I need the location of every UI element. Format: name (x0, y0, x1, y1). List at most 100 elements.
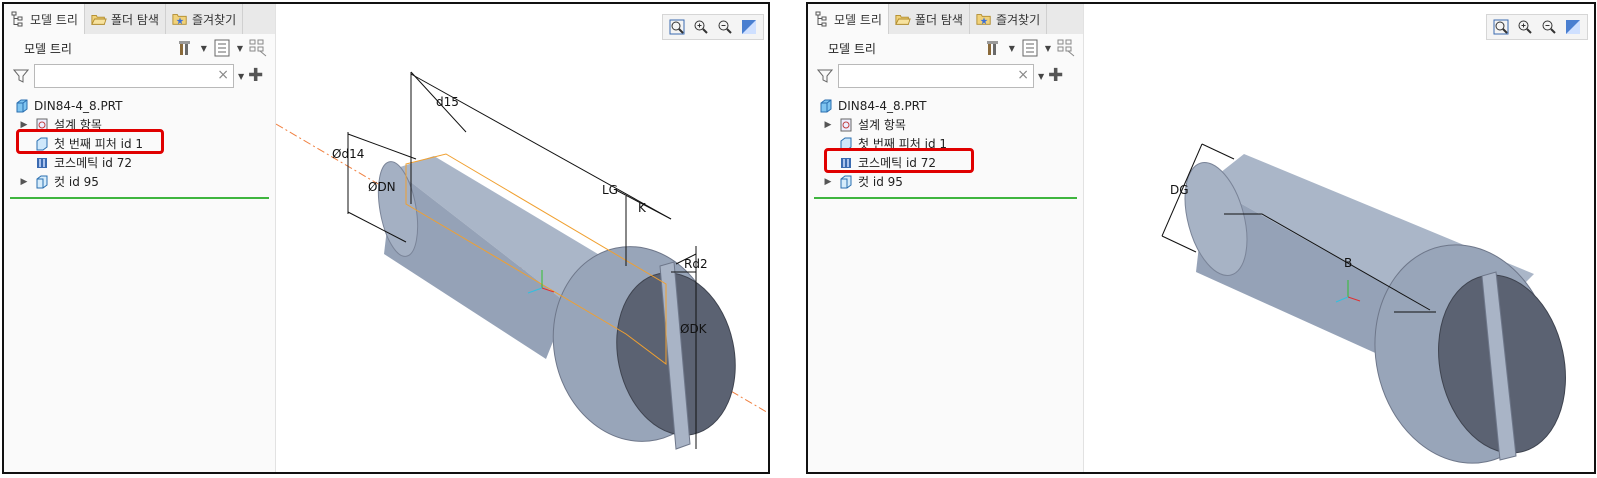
add-icon[interactable]: ✚ (248, 67, 263, 85)
chevron-down-icon[interactable]: ▼ (1045, 44, 1051, 53)
tree-title: 모델 트리 (24, 41, 72, 56)
filter-icon[interactable] (12, 67, 30, 85)
expand-arrow-icon[interactable]: ▶ (822, 120, 834, 130)
tab-favorites[interactable]: 즐겨찾기 (166, 4, 244, 34)
tab-label: 모델 트리 (30, 12, 78, 27)
left-screenshot-panel: 모델 트리 폴더 탐색 즐겨찾기 모델 트리 ▼ ▼ × ▼ ✚ DIN84-4… (2, 2, 770, 474)
dim-label[interactable]: ØDN (368, 180, 396, 194)
design-items-icon (34, 117, 50, 133)
chevron-down-icon[interactable]: ▼ (1009, 44, 1015, 53)
add-icon[interactable]: ✚ (1048, 67, 1063, 85)
dim-label[interactable]: K (638, 201, 647, 215)
tree-search-box: × (34, 64, 234, 88)
clear-icon[interactable]: × (217, 67, 229, 83)
filter-icon[interactable] (816, 67, 834, 85)
graphics-viewport[interactable]: DG B (1084, 4, 1594, 472)
chevron-down-icon[interactable]: ▼ (237, 44, 243, 53)
tree-header: 모델 트리 ▼ ▼ (4, 34, 275, 62)
part-icon (14, 98, 30, 114)
tree-item-first-feature[interactable]: 첫 번째 피처 id 1 (4, 134, 275, 153)
model-view-right: DG B (1161, 143, 1566, 464)
tab-label: 모델 트리 (834, 12, 882, 27)
cosmetic-icon (34, 155, 50, 171)
tab-model-tree[interactable]: 모델 트리 (808, 4, 889, 34)
tree-header-tools: ▼ ▼ (985, 39, 1075, 57)
tree-filter-row: × ▼ ✚ (4, 62, 275, 90)
expand-arrow-icon[interactable]: ▶ (822, 177, 834, 187)
dim-label[interactable]: d15 (436, 95, 459, 109)
tree-item-cosmetic[interactable]: 코스메틱 id 72 (4, 153, 275, 172)
tree-end-separator (10, 197, 269, 199)
tree-item-label: 설계 항목 (54, 118, 102, 132)
model-tree-sidebar: 모델 트리 폴더 탐색 즐겨찾기 모델 트리 ▼ ▼ × ▼ ✚ DIN84-4… (4, 4, 276, 472)
dim-label[interactable]: Ød14 (332, 147, 364, 161)
tree-item-part[interactable]: DIN84-4_8.PRT (4, 96, 275, 115)
model-tree-icon (10, 11, 26, 27)
tree-item-cut[interactable]: ▶ 컷 id 95 (4, 172, 275, 191)
chevron-down-icon[interactable]: ▼ (1038, 72, 1044, 81)
right-screenshot-panel: 모델 트리 폴더 탐색 즐겨찾기 모델 트리 ▼ ▼ × ▼ ✚ DIN84-4… (806, 2, 1596, 474)
model-tree-icon (814, 11, 830, 27)
tab-label: 폴더 탐색 (110, 12, 159, 27)
tree-title: 모델 트리 (828, 41, 876, 56)
tree-item-cut[interactable]: ▶ 컷 id 95 (808, 172, 1083, 191)
navigator-tabs: 모델 트리 폴더 탐색 즐겨찾기 (4, 4, 275, 34)
dim-label[interactable]: Rd2 (684, 257, 708, 271)
design-items-icon (838, 117, 854, 133)
favorites-icon (172, 11, 188, 27)
part-icon (818, 98, 834, 114)
show-list-icon[interactable] (213, 39, 231, 57)
dim-label[interactable]: LG (602, 183, 618, 197)
settings-icon[interactable] (985, 39, 1003, 57)
tab-favorites[interactable]: 즐겨찾기 (970, 4, 1048, 34)
tree-columns-icon[interactable] (1057, 39, 1075, 57)
dim-label[interactable]: DG (1170, 183, 1189, 197)
tree-header: 모델 트리 ▼ ▼ (808, 34, 1083, 62)
folder-browser-icon (91, 11, 107, 27)
model-tree-sidebar: 모델 트리 폴더 탐색 즐겨찾기 모델 트리 ▼ ▼ × ▼ ✚ DIN84-4… (808, 4, 1084, 472)
search-input[interactable] (839, 66, 1033, 88)
tab-model-tree[interactable]: 모델 트리 (4, 4, 85, 34)
tree-item-design-items[interactable]: ▶ 설계 항목 (4, 115, 275, 134)
tree-item-design-items[interactable]: ▶ 설계 항목 (808, 115, 1083, 134)
tree-item-cosmetic[interactable]: 코스메틱 id 72 (808, 153, 1083, 172)
folder-browser-icon (895, 11, 911, 27)
expand-arrow-icon[interactable]: ▶ (18, 120, 30, 130)
dim-label[interactable]: B (1344, 256, 1352, 270)
search-input[interactable] (35, 66, 233, 88)
expand-arrow-icon[interactable]: ▶ (18, 177, 30, 187)
tree-item-label: 컷 id 95 (858, 175, 903, 189)
tree-item-first-feature[interactable]: 첫 번째 피처 id 1 (808, 134, 1083, 153)
settings-icon[interactable] (177, 39, 195, 57)
dim-label[interactable]: ØDK (680, 322, 708, 336)
tree-columns-icon[interactable] (249, 39, 267, 57)
navigator-tabs: 모델 트리 폴더 탐색 즐겨찾기 (808, 4, 1083, 34)
tree-item-label: 첫 번째 피처 id 1 (858, 137, 948, 151)
tab-folder-browser[interactable]: 폴더 탐색 (889, 4, 970, 34)
tree-item-label: DIN84-4_8.PRT (838, 98, 927, 113)
tree-item-label: 코스메틱 id 72 (858, 156, 937, 170)
tree-item-label: 컷 id 95 (54, 175, 99, 189)
tab-label: 즐겨찾기 (995, 12, 1041, 27)
tree-item-part[interactable]: DIN84-4_8.PRT (808, 96, 1083, 115)
tree-item-label: 첫 번째 피처 id 1 (54, 137, 144, 151)
tree-header-tools: ▼ ▼ (177, 39, 267, 57)
model-tree: DIN84-4_8.PRT ▶ 설계 항목 첫 번째 피처 id 1 코스메틱 (808, 96, 1083, 191)
cut-icon (838, 174, 854, 190)
tab-label: 즐겨찾기 (191, 12, 237, 27)
chevron-down-icon[interactable]: ▼ (238, 72, 244, 81)
tab-folder-browser[interactable]: 폴더 탐색 (85, 4, 166, 34)
model-view-left: d15 Ød14 ØDN LG K Rd2 ØDK (276, 71, 768, 450)
graphics-viewport[interactable]: d15 Ød14 ØDN LG K Rd2 ØDK (276, 4, 768, 472)
favorites-icon (976, 11, 992, 27)
chevron-down-icon[interactable]: ▼ (201, 44, 207, 53)
tree-filter-row: × ▼ ✚ (808, 62, 1083, 90)
tree-end-separator (814, 197, 1077, 199)
tab-label: 폴더 탐색 (914, 12, 963, 27)
feature-icon (34, 136, 50, 152)
show-list-icon[interactable] (1021, 39, 1039, 57)
tree-item-label: 설계 항목 (858, 118, 906, 132)
clear-icon[interactable]: × (1017, 67, 1029, 83)
tree-item-label: 코스메틱 id 72 (54, 156, 133, 170)
tree-item-label: DIN84-4_8.PRT (34, 98, 123, 113)
